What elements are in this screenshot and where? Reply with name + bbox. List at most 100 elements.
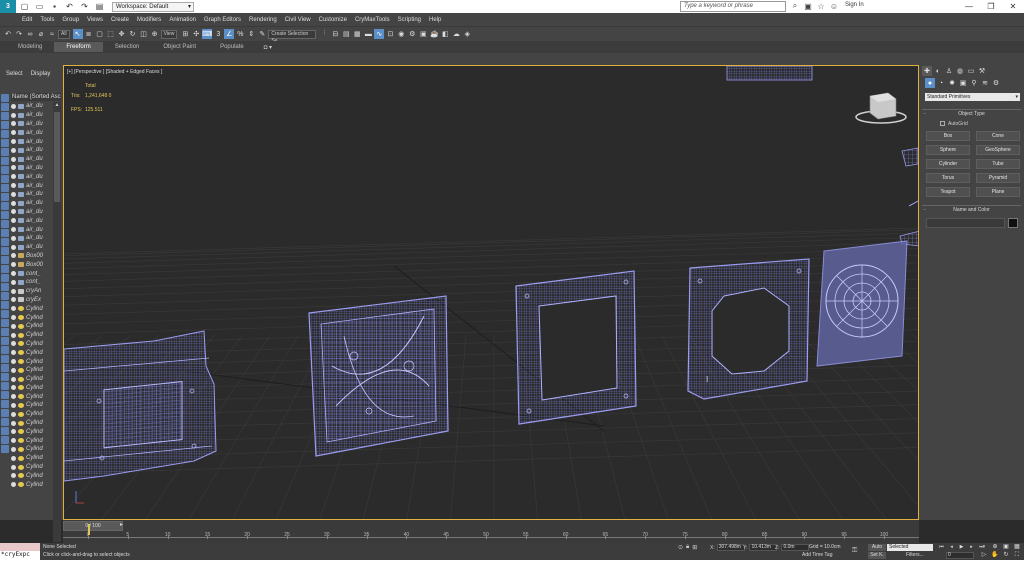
visibility-eye-icon[interactable] — [11, 482, 16, 488]
menu-views[interactable]: Views — [87, 17, 103, 23]
object-color-swatch[interactable] — [1008, 218, 1018, 228]
explorer-menu-display[interactable]: Display — [31, 71, 51, 77]
move-icon[interactable]: ✥ — [117, 29, 127, 39]
absolute-mode-icon[interactable]: ⊞ — [692, 544, 697, 551]
snaps-toggle-icon[interactable]: 3 — [213, 29, 223, 39]
play-icon[interactable]: ▶ — [957, 544, 966, 551]
menu-rendering[interactable]: Rendering — [249, 17, 277, 23]
explorer-filter-icon[interactable] — [1, 121, 9, 129]
layer-explorer-icon[interactable]: ▦ — [352, 29, 362, 39]
explorer-filter-icon[interactable] — [1, 247, 9, 255]
visibility-eye-icon[interactable] — [11, 288, 16, 294]
tab-object-paint[interactable]: Object Paint — [151, 42, 208, 52]
previous-frame-icon[interactable]: ◂ — [947, 544, 956, 551]
explorer-filter-icon[interactable] — [1, 310, 9, 318]
sign-in-link[interactable]: Sign In — [845, 2, 864, 8]
redo-icon[interactable]: ↷ — [14, 29, 24, 39]
visibility-eye-icon[interactable] — [11, 218, 16, 224]
pivot-center-icon[interactable]: ⊞ — [180, 29, 190, 39]
primitive-category-dropdown[interactable]: Standard Primitives ▾ — [925, 93, 1020, 101]
orbit-icon[interactable]: ↻ — [1001, 552, 1011, 559]
explorer-filter-icon[interactable] — [1, 202, 9, 210]
visibility-eye-icon[interactable] — [11, 429, 16, 435]
visibility-eye-icon[interactable] — [11, 121, 16, 127]
list-item[interactable]: Cylind — [11, 366, 52, 375]
list-item[interactable]: air_du — [11, 190, 52, 199]
explorer-filter-icon[interactable] — [1, 328, 9, 336]
list-item[interactable]: Cylind — [11, 445, 52, 454]
list-item[interactable]: Cylind — [11, 471, 52, 480]
visibility-eye-icon[interactable] — [11, 209, 16, 215]
visibility-eye-icon[interactable] — [11, 165, 16, 171]
explorer-filter-icon[interactable] — [1, 400, 9, 408]
project-folder-icon[interactable]: ▤ — [93, 1, 106, 12]
percent-snap-icon[interactable]: % — [235, 29, 245, 39]
list-item[interactable]: air_du — [11, 155, 52, 164]
explorer-filter-icon[interactable] — [1, 130, 9, 138]
pan-icon[interactable]: ✋ — [990, 552, 1000, 559]
lights-icon[interactable]: ✸ — [947, 78, 957, 88]
undo-icon[interactable]: ↶ — [3, 29, 13, 39]
explorer-filter-icon[interactable] — [1, 193, 9, 201]
y-field[interactable]: 10.413m — [749, 544, 778, 551]
maximize-icon[interactable]: ❐ — [980, 0, 1002, 13]
explorer-filter-icon[interactable] — [1, 409, 9, 417]
list-item[interactable]: Cylind — [11, 480, 52, 489]
menu-animation[interactable]: Animation — [169, 17, 196, 23]
material-editor-icon[interactable]: ◉ — [396, 29, 406, 39]
explorer-filter-icon[interactable] — [1, 382, 9, 390]
explorer-filter-icon[interactable] — [1, 283, 9, 291]
list-item[interactable]: Cylind — [11, 357, 52, 366]
list-item[interactable]: cryAn — [11, 287, 52, 296]
auto-key-button[interactable]: Auto — [868, 544, 886, 551]
visibility-eye-icon[interactable] — [11, 191, 16, 197]
list-item[interactable]: air_du — [11, 199, 52, 208]
visibility-eye-icon[interactable] — [11, 385, 16, 391]
current-time-marker[interactable] — [88, 524, 90, 535]
explorer-filter-icon[interactable] — [1, 418, 9, 426]
list-item[interactable]: air_du — [11, 102, 52, 111]
explorer-filter-icon[interactable] — [1, 337, 9, 345]
object-type-rollout-header[interactable]: - Object Type — [922, 110, 1021, 119]
explorer-filter-icon[interactable] — [1, 103, 9, 111]
visibility-eye-icon[interactable] — [11, 350, 16, 356]
list-item[interactable]: Cylind — [11, 331, 52, 340]
visibility-eye-icon[interactable] — [11, 297, 16, 303]
list-item[interactable]: air_du — [11, 120, 52, 129]
tab-freeform[interactable]: Freeform — [54, 42, 103, 52]
visibility-eye-icon[interactable] — [11, 367, 16, 373]
object-name-input[interactable] — [926, 218, 1005, 228]
visibility-eye-icon[interactable] — [11, 323, 16, 329]
list-item[interactable]: Box00 — [11, 252, 52, 261]
time-slider[interactable]: ◂ 0 / 100 ▸ — [63, 520, 919, 532]
scrollbar-thumb[interactable] — [54, 112, 60, 202]
tube-button[interactable]: Tube — [976, 159, 1020, 169]
explorer-filter-icon[interactable] — [1, 427, 9, 435]
current-frame-field[interactable]: 0 — [946, 552, 974, 559]
user-icon[interactable]: ☺ — [829, 1, 839, 11]
menu-tools[interactable]: Tools — [40, 17, 54, 23]
list-item[interactable]: air_du — [11, 208, 52, 217]
angle-snap-icon[interactable]: ∠ — [224, 29, 235, 39]
explorer-filter-icon[interactable] — [1, 229, 9, 237]
list-item[interactable]: air_du — [11, 172, 52, 181]
visibility-eye-icon[interactable] — [11, 279, 16, 285]
list-item[interactable]: Cylind — [11, 340, 52, 349]
visibility-eye-icon[interactable] — [11, 130, 16, 136]
visibility-eye-icon[interactable] — [11, 147, 16, 153]
app-logo-icon[interactable]: 3 — [0, 0, 16, 13]
render-iterative-icon[interactable]: ◧ — [440, 29, 450, 39]
geometry-icon[interactable]: ● — [925, 78, 935, 88]
visibility-eye-icon[interactable] — [11, 244, 16, 250]
explorer-filter-icon[interactable] — [1, 157, 9, 165]
close-icon[interactable]: ✕ — [1002, 0, 1024, 13]
visibility-eye-icon[interactable] — [11, 271, 16, 277]
explorer-filter-icon[interactable] — [1, 445, 9, 453]
zoom-extents-all-icon[interactable]: ▦ — [1012, 544, 1022, 551]
toggle-scene-explorer-icon[interactable]: ▤ — [341, 29, 351, 39]
motion-tab-icon[interactable]: ◍ — [955, 66, 965, 76]
edit-named-selection-icon[interactable]: ✎ — [257, 29, 267, 39]
explorer-filter-icon[interactable] — [1, 292, 9, 300]
select-by-name-icon[interactable]: ≣ — [84, 29, 94, 39]
toggle-ribbon-icon[interactable]: ▬ — [363, 29, 373, 39]
